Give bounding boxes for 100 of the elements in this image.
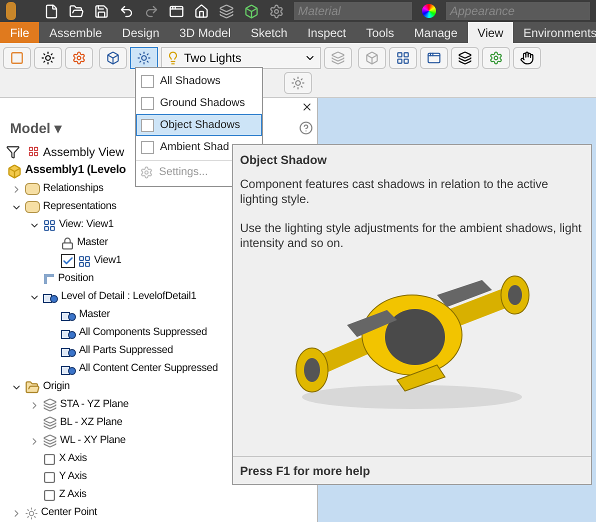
plane-icon <box>43 434 57 448</box>
color-wheel-icon <box>422 4 436 18</box>
tree-item-label[interactable]: All Components Suppressed <box>79 325 208 341</box>
plane-icon <box>43 398 57 412</box>
tree-item-label[interactable]: All Content Center Suppressed <box>79 361 218 377</box>
save-icon[interactable] <box>94 4 109 18</box>
axis-icon <box>43 452 56 466</box>
app-logo-icon <box>6 2 16 20</box>
ribbon-tab[interactable]: Assemble <box>39 22 112 43</box>
tree-item-label[interactable]: Position <box>58 271 94 287</box>
sun-icon <box>41 51 55 65</box>
level-of-detail-icon <box>61 310 76 320</box>
tree-item-label[interactable]: Assembly1 (Levelo <box>25 162 126 180</box>
ribbon-tab[interactable]: Sketch <box>240 22 298 43</box>
ribbon-tab[interactable]: Tools <box>356 22 404 43</box>
tree-item-label[interactable]: Y Axis <box>59 469 87 485</box>
section-button[interactable] <box>34 47 62 69</box>
view-representation-icon <box>78 254 91 268</box>
tree-item-label[interactable]: Origin <box>43 379 70 395</box>
square-icon <box>10 51 24 65</box>
layers-icon <box>331 51 345 65</box>
folder-icon <box>25 201 40 213</box>
undo-icon[interactable] <box>119 4 134 18</box>
level-of-detail-icon <box>61 346 76 356</box>
cube-icon <box>106 51 120 65</box>
ribbon-tab[interactable]: 3D Model <box>169 22 241 43</box>
tree-item-label[interactable]: STA - YZ Plane <box>60 397 129 413</box>
point-icon <box>25 506 38 520</box>
checkbox[interactable] <box>141 118 154 132</box>
tree-item-label[interactable]: WL - XY Plane <box>60 433 126 449</box>
cube-icon <box>365 51 379 65</box>
tree-item-label[interactable]: Representations <box>43 199 116 215</box>
perspective-button[interactable] <box>389 47 417 69</box>
help-icon[interactable] <box>299 121 313 136</box>
settings-icon[interactable] <box>269 4 284 18</box>
axis-icon <box>43 488 56 502</box>
tree-item-label[interactable]: All Parts Suppressed <box>79 343 174 359</box>
level-of-detail-icon <box>61 364 76 374</box>
ribbon-tab[interactable]: View <box>468 22 514 43</box>
plane-icon <box>43 416 57 430</box>
shadows-button[interactable] <box>130 47 158 69</box>
checkbox[interactable] <box>141 74 154 88</box>
tree-item-label[interactable]: Master <box>79 307 110 323</box>
window-icon[interactable] <box>169 4 184 18</box>
tree-item-label[interactable]: View: View1 <box>59 217 114 233</box>
menu-item[interactable]: Object Shadows <box>136 114 262 136</box>
ribbon-tab[interactable]: Design <box>112 22 170 43</box>
sun-icon <box>291 76 305 90</box>
home-icon[interactable] <box>194 4 209 18</box>
tree-item-label[interactable]: Relationships <box>43 181 104 197</box>
layers-icon[interactable] <box>219 4 234 18</box>
tree-item-label[interactable]: BL - XZ Plane <box>60 415 122 431</box>
tree-item-label[interactable]: Master <box>77 235 108 251</box>
checkbox[interactable] <box>141 96 154 110</box>
close-icon[interactable] <box>301 100 313 113</box>
window-button[interactable] <box>420 47 448 69</box>
new-file-icon[interactable] <box>44 4 59 18</box>
ribbon-tab[interactable]: Inspect <box>297 22 356 43</box>
folder-icon <box>25 380 40 394</box>
redo-icon[interactable] <box>144 4 159 18</box>
lock-icon <box>61 236 74 250</box>
sun-icon <box>137 51 151 65</box>
level-of-detail-icon <box>61 328 76 338</box>
visibility-checkbox[interactable] <box>61 254 75 268</box>
tooltip-footer: Press F1 for more help <box>240 462 370 480</box>
lighting-style-select[interactable]: Two Lights <box>161 47 321 69</box>
check-icon <box>62 255 74 267</box>
menu-item[interactable]: All Shadows <box>136 70 262 92</box>
settings-icon <box>140 166 153 179</box>
position-icon <box>43 273 55 285</box>
ribbon-tab[interactable]: Environments <box>513 22 596 43</box>
tooltip-text: Use the lighting style adjustments for the ambient shadows, light intensity and so on. <box>240 221 583 251</box>
tree-item-label[interactable]: X Axis <box>59 451 87 467</box>
lightbulb-icon <box>166 51 180 65</box>
view-representation-icon <box>43 218 56 232</box>
open-icon[interactable] <box>69 4 84 18</box>
tree-item-label[interactable]: Z Axis <box>59 487 86 503</box>
axis-icon <box>43 470 56 484</box>
tree-item-label[interactable]: Level of Detail : LevelofDetail1 <box>61 289 196 305</box>
menu-item[interactable]: Ground Shadows <box>136 92 262 114</box>
filter-icon[interactable] <box>6 144 20 159</box>
browser-title[interactable]: Model ▾ <box>10 118 62 139</box>
cube-icon[interactable] <box>244 4 259 18</box>
browser-view-select[interactable]: Assembly View <box>28 142 124 161</box>
ground-plane-button[interactable] <box>284 72 312 94</box>
grid-icon <box>396 51 410 65</box>
visual-style-button[interactable] <box>99 47 127 69</box>
assembly-icon <box>7 164 22 178</box>
tree-item-label[interactable]: Center Point <box>41 505 97 521</box>
folder-icon <box>25 183 40 195</box>
view-icon <box>28 146 39 158</box>
switch-button[interactable] <box>451 47 479 69</box>
level-of-detail-icon <box>43 292 58 302</box>
layers-icon <box>458 51 472 65</box>
ribbon-tab[interactable]: Manage <box>404 22 468 43</box>
tree-item-label[interactable]: View1 <box>94 253 122 269</box>
pan-button[interactable] <box>513 47 541 69</box>
gear-icon <box>489 51 503 65</box>
hand-icon <box>520 51 534 65</box>
checkbox[interactable] <box>141 140 154 154</box>
